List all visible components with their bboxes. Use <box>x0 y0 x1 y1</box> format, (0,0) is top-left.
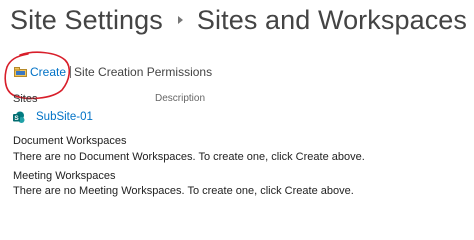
create-label: Create <box>30 65 67 79</box>
section-heading-meeting-workspaces: Meeting Workspaces <box>13 170 116 182</box>
section-heading-document-workspaces: Document Workspaces <box>13 135 127 147</box>
sharepoint-site-icon: S <box>13 111 25 123</box>
create-folder-icon <box>14 67 27 77</box>
breadcrumb-site-settings[interactable]: Site Settings <box>10 5 163 36</box>
svg-text:S: S <box>14 115 19 122</box>
breadcrumb-arrow-icon <box>177 16 183 24</box>
column-header-description[interactable]: Description <box>155 93 205 104</box>
table-row: S SubSite-01 <box>13 109 93 125</box>
toolbar: Create Site Creation Permissions <box>14 64 212 80</box>
page-header: Site Settings Sites and Workspaces <box>10 0 467 40</box>
section-message-document-workspaces: There are no Document Workspaces. To cre… <box>13 151 365 163</box>
toolbar-divider <box>70 66 72 78</box>
column-header-sites[interactable]: Sites <box>13 93 37 105</box>
create-button[interactable]: Create <box>14 65 66 79</box>
page-title: Sites and Workspaces <box>196 4 468 35</box>
site-creation-permissions-link[interactable]: Site Creation Permissions <box>74 65 212 79</box>
section-message-meeting-workspaces: There are no Meeting Workspaces. To crea… <box>13 185 354 197</box>
site-link-subsite-01[interactable]: SubSite-01 <box>36 111 93 123</box>
page: Site Settings Sites and Workspaces Creat… <box>0 0 474 207</box>
